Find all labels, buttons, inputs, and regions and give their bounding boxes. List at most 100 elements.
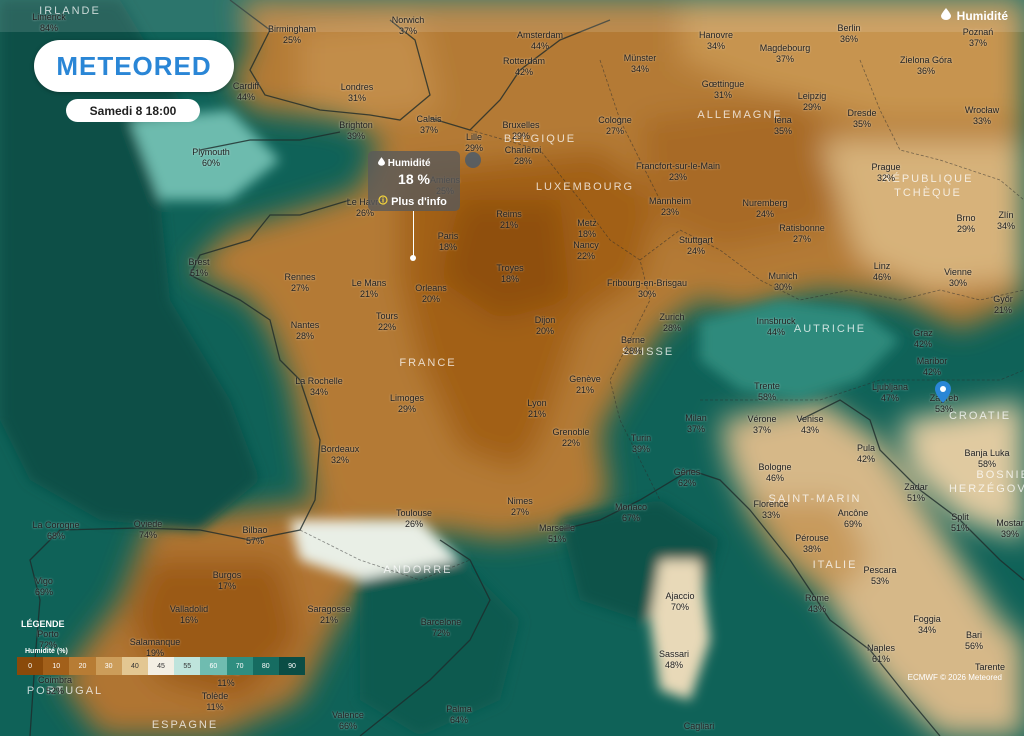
city-marker[interactable]: Londres 31% [341,82,374,104]
city-marker[interactable]: Fribourg-en-Brisgau 30% [607,278,687,300]
forecast-date[interactable]: Samedi 8 18:00 [66,99,200,122]
city-marker[interactable]: Tarente [975,662,1005,673]
city-marker[interactable]: Ljubljana 47% [872,382,908,404]
city-marker[interactable]: Dresde 35% [847,108,876,130]
city-marker[interactable]: Valence 66% [332,710,364,732]
city-marker[interactable]: Linz 46% [873,261,891,283]
city-marker[interactable]: Maribor 42% [917,356,948,378]
city-marker[interactable]: Hanovre 34% [699,30,733,52]
city-marker[interactable]: Plymouth 60% [192,147,230,169]
city-marker[interactable]: Nuremberg 24% [742,198,787,220]
layer-selector-button[interactable]: Humidité [940,8,1008,23]
city-marker[interactable]: Nancy 22% [573,240,599,262]
city-marker[interactable]: Prague 32% [871,162,900,184]
city-marker[interactable]: Marseille 51% [539,523,575,545]
city-marker[interactable]: Cologne 27% [598,115,632,137]
city-marker[interactable]: Dijon 20% [535,315,556,337]
city-marker[interactable]: Cagliari [684,721,715,732]
city-marker[interactable]: Rennes 27% [284,272,315,294]
city-marker[interactable]: Saragosse 21% [307,604,350,626]
city-marker[interactable]: Lille 29% [465,132,483,154]
city-marker[interactable]: Mostar 39% [996,518,1024,540]
more-info-link[interactable]: Plus d'info [378,195,447,208]
city-marker[interactable]: La Corogne 68% [32,520,79,542]
city-marker[interactable]: Münster 34% [624,53,657,75]
city-marker[interactable]: Pérouse 38% [795,533,829,555]
city-marker[interactable]: Rome 43% [805,593,829,615]
city-marker[interactable]: Leipzig 29% [798,91,827,113]
city-marker[interactable]: Orleans 20% [415,283,447,305]
city-marker[interactable]: Innsbruck 44% [756,316,795,338]
city-marker[interactable]: Vienne 30% [944,267,972,289]
city-marker[interactable]: Le Mans 21% [352,278,387,300]
city-marker[interactable]: Bruxelles 29% [502,120,539,142]
city-marker[interactable]: Nantes 28% [291,320,320,342]
city-marker[interactable]: Sassari 48% [659,649,689,671]
city-marker[interactable]: Norwich 37% [392,15,425,37]
city-marker[interactable]: Milan 37% [685,413,707,435]
city-marker[interactable]: Barcelone 72% [421,617,462,639]
city-marker[interactable]: Oviede 74% [134,519,163,541]
city-marker[interactable]: Limerick 84% [32,12,66,34]
city-marker[interactable]: Bari 56% [965,630,983,652]
city-marker[interactable]: Monaco 67% [615,502,647,524]
city-marker[interactable]: Zlín 34% [997,210,1015,232]
city-marker[interactable]: Pescara 53% [863,565,896,587]
city-marker[interactable]: Gœttingue 31% [702,79,745,101]
city-marker[interactable]: Gênes 62% [674,467,701,489]
city-marker[interactable]: Ratisbonne 27% [779,223,825,245]
city-marker[interactable]: Metz 18% [577,218,597,240]
city-marker[interactable]: Paris 18% [438,231,459,253]
city-marker[interactable]: Stuttgart 24% [679,235,713,257]
city-marker[interactable]: Birmingham 25% [268,24,316,46]
city-marker[interactable]: Florence 33% [753,499,788,521]
city-marker[interactable]: Genève 21% [569,374,601,396]
city-marker[interactable]: Bordeaux 32% [321,444,360,466]
city-marker[interactable]: Palma 64% [446,704,472,726]
city-marker[interactable]: Charleroi 28% [505,145,542,167]
city-marker[interactable]: Iéna 35% [774,115,792,137]
city-marker[interactable]: Rotterdam 42% [503,56,545,78]
city-marker[interactable]: Banja Luka 58% [964,448,1009,470]
city-marker[interactable]: Ancône 69% [838,508,869,530]
city-marker[interactable]: Magdebourg 37% [760,43,811,65]
city-marker[interactable]: Nimes 27% [507,496,533,518]
city-marker[interactable]: Reims 21% [496,209,522,231]
city-marker[interactable]: Berlin 36% [837,23,860,45]
city-marker[interactable]: Turin 39% [631,433,651,455]
city-marker[interactable]: Brighton 39% [339,120,373,142]
city-marker[interactable]: Vigo 69% [35,576,53,598]
city-marker[interactable]: Cardiff 44% [233,81,259,103]
city-marker[interactable]: Wrocław 33% [965,105,999,127]
city-marker[interactable]: Graz 42% [913,328,933,350]
city-marker[interactable]: Calais 37% [416,114,441,136]
city-marker[interactable]: Troyes 18% [496,263,523,285]
city-marker[interactable]: Lyon 21% [527,398,546,420]
city-marker[interactable]: Berne 28% [621,335,645,357]
city-marker[interactable]: Brno 29% [956,213,975,235]
city-marker[interactable]: Bilbao 57% [242,525,267,547]
map-pin-icon[interactable] [935,381,951,408]
city-marker[interactable]: Francfort-sur-le-Main 23% [636,161,720,183]
city-marker[interactable]: Munich 30% [768,271,797,293]
city-marker[interactable]: Split 51% [951,512,969,534]
city-marker[interactable]: Trente 58% [754,381,780,403]
city-marker[interactable]: Burgos 17% [213,570,242,592]
city-marker[interactable]: Amsterdam 44% [517,30,563,52]
city-marker[interactable]: Brest 51% [188,257,209,279]
city-marker[interactable]: Zadar 51% [904,482,928,504]
city-marker[interactable]: Naples 61% [867,643,895,665]
humidity-popup[interactable]: Humidité 18 % Plus d'info [368,151,460,211]
meteored-logo[interactable]: METEORED [34,40,234,92]
city-marker[interactable]: Bologne 46% [758,462,791,484]
city-marker[interactable]: La Rochelle 34% [295,376,343,398]
city-marker[interactable]: Zurich 28% [659,312,684,334]
city-marker[interactable]: Mannheim 23% [649,196,691,218]
city-marker[interactable]: Toulouse 26% [396,508,432,530]
city-marker[interactable]: Poznań 37% [963,27,994,49]
city-marker[interactable]: Vérone 37% [747,414,776,436]
city-marker[interactable]: Ajaccio 70% [665,591,694,613]
city-marker[interactable]: Limoges 29% [390,393,424,415]
city-marker[interactable]: Venise 43% [796,414,823,436]
city-marker[interactable]: Tours 22% [376,311,398,333]
